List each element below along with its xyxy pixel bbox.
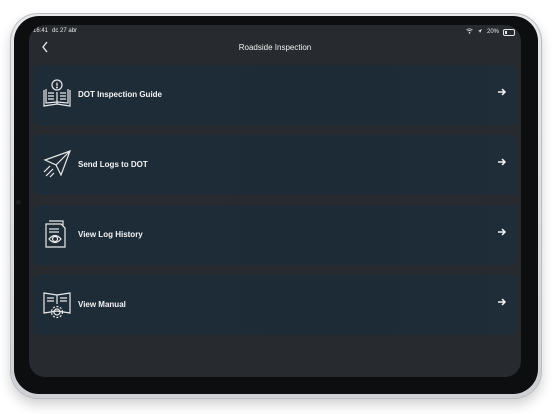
manual-gear-icon xyxy=(41,288,73,320)
menu-item-label: View Log History xyxy=(78,230,143,239)
page-title: Roadside Inspection xyxy=(238,43,312,52)
menu-item-view-manual[interactable]: View Manual xyxy=(33,275,517,335)
menu-item-dot-inspection-guide[interactable]: DOT Inspection Guide xyxy=(33,65,517,125)
menu-item-label: DOT Inspection Guide xyxy=(78,90,163,99)
menu-item-label: Send Logs to DOT xyxy=(78,160,148,169)
arrow-right-icon xyxy=(497,86,507,100)
nav-bar: Roadside Inspection xyxy=(29,38,521,60)
battery-icon xyxy=(503,28,515,36)
app-screen: 16:41 dc 27 abr 20% Roadside Inspection xyxy=(29,25,521,377)
battery-percent: 20% xyxy=(486,29,499,35)
arrow-right-icon xyxy=(497,156,507,170)
menu-item-view-log-history[interactable]: View Log History xyxy=(33,205,517,265)
status-time: 16:41 xyxy=(33,28,49,34)
arrow-right-icon xyxy=(497,226,507,240)
menu-list: DOT Inspection Guide Send Logs to DOT Vi… xyxy=(33,65,517,345)
camera-dot xyxy=(16,200,21,205)
arrow-right-icon xyxy=(497,296,507,310)
status-bar: 16:41 dc 27 abr 20% xyxy=(29,25,521,38)
wifi-icon xyxy=(466,28,473,36)
menu-item-send-logs-to-dot[interactable]: Send Logs to DOT xyxy=(33,135,517,195)
document-eye-icon xyxy=(41,218,73,250)
guide-book-icon xyxy=(41,78,73,110)
menu-item-label: View Manual xyxy=(78,300,126,309)
status-date: dc 27 abr xyxy=(52,28,78,34)
location-icon xyxy=(477,28,483,36)
paper-plane-icon xyxy=(41,148,73,180)
